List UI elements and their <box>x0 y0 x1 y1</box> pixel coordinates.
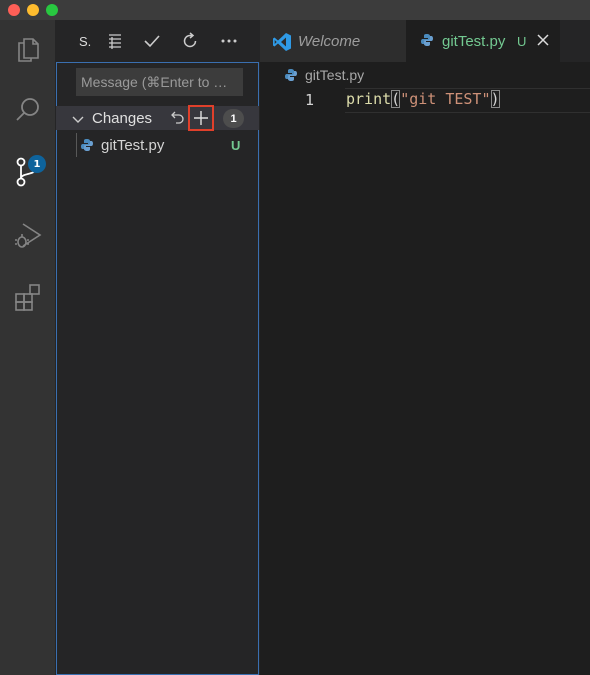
tab-welcome-label: Welcome <box>298 33 361 50</box>
refresh-icon[interactable] <box>179 30 201 52</box>
python-icon <box>80 138 94 157</box>
untracked-status-badge: U <box>231 138 241 153</box>
plus-icon <box>194 111 208 125</box>
python-icon <box>284 68 298 87</box>
window-titlebar <box>0 0 590 20</box>
changes-label: Changes <box>92 110 153 127</box>
zoom-window-button[interactable] <box>46 4 58 16</box>
activity-bar <box>0 20 55 675</box>
code-line[interactable]: print("git TEST") <box>346 90 500 108</box>
breadcrumb[interactable]: gitTest.py <box>305 67 364 83</box>
tree-indent-guide <box>76 133 77 157</box>
sidebar-title: S. <box>79 34 92 49</box>
extensions-icon[interactable] <box>0 272 55 322</box>
tree-view-icon[interactable] <box>104 30 126 52</box>
search-icon[interactable] <box>0 85 55 135</box>
line-number: 1 <box>305 91 315 109</box>
tab-gittest-label: gitTest.py <box>442 33 506 50</box>
stage-all-changes-button[interactable] <box>188 105 214 131</box>
explorer-icon[interactable] <box>0 23 55 73</box>
minimize-window-button[interactable] <box>27 4 39 16</box>
changed-file-name: gitTest.py <box>101 137 165 154</box>
source-control-badge: 1 <box>28 155 46 173</box>
commit-message-input[interactable] <box>76 68 243 96</box>
run-debug-icon[interactable] <box>0 210 55 260</box>
code-close-paren: ) <box>490 90 500 108</box>
source-control-icon[interactable] <box>0 147 55 197</box>
chevron-down-icon[interactable] <box>72 112 84 130</box>
code-string: "git TEST" <box>400 90 491 108</box>
code-open-paren: ( <box>391 90 401 108</box>
discard-changes-button[interactable] <box>168 108 188 128</box>
vscode-logo-icon <box>272 32 292 57</box>
changes-count-badge: 1 <box>223 109 244 128</box>
code-function: print <box>346 90 392 108</box>
more-actions-icon[interactable] <box>218 30 240 52</box>
close-window-button[interactable] <box>8 4 20 16</box>
close-icon[interactable] <box>534 31 552 49</box>
commit-check-icon[interactable] <box>141 30 163 52</box>
python-icon <box>420 33 434 52</box>
tab-status-badge: U <box>517 34 527 49</box>
